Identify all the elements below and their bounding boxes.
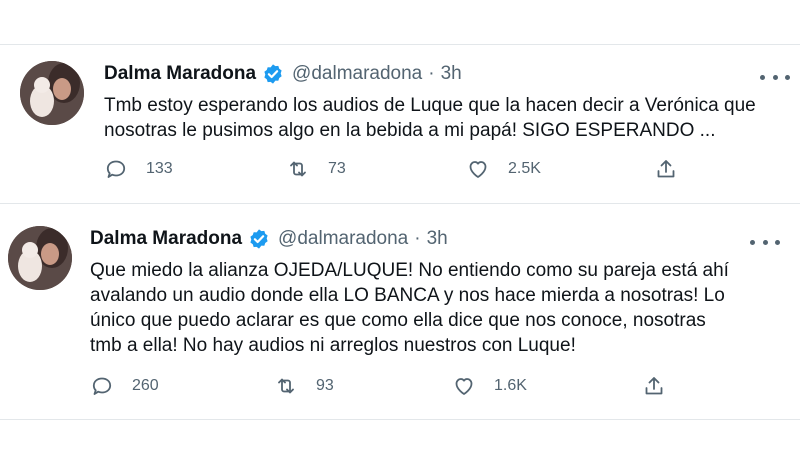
tweet-1[interactable]: Dalma Maradona @dalmaradona · 3h Tmb est…	[0, 45, 800, 203]
separator-dot: ·	[414, 228, 421, 249]
share-button[interactable]	[654, 157, 678, 181]
avatar[interactable]	[20, 61, 84, 125]
like-button[interactable]: 2.5K	[466, 157, 541, 181]
handle[interactable]: @dalmaradona	[292, 63, 422, 85]
like-button[interactable]: 1.6K	[452, 374, 527, 398]
timestamp[interactable]: 3h	[441, 63, 462, 85]
reply-count: 260	[132, 377, 159, 394]
tweet-actions: 260 93 1.6K	[0, 374, 800, 404]
share-icon	[642, 374, 666, 398]
top-bar	[0, 0, 800, 44]
more-icon[interactable]	[760, 67, 790, 87]
handle[interactable]: @dalmaradona	[278, 228, 408, 250]
display-name[interactable]: Dalma Maradona	[90, 228, 242, 250]
reply-button[interactable]: 260	[90, 374, 159, 398]
retweet-icon	[286, 157, 310, 181]
like-count: 2.5K	[508, 160, 541, 177]
tweet-header: Dalma Maradona @dalmaradona · 3h	[90, 228, 448, 250]
tweet-header: Dalma Maradona @dalmaradona · 3h	[104, 63, 462, 85]
tweet-text: Tmb estoy esperando los audios de Luque …	[104, 95, 756, 141]
reply-button[interactable]: 133	[104, 157, 173, 181]
reply-icon	[104, 157, 128, 181]
retweet-icon	[274, 374, 298, 398]
retweet-count: 73	[328, 160, 346, 177]
retweet-count: 93	[316, 377, 334, 394]
retweet-button[interactable]: 93	[274, 374, 334, 398]
reply-icon	[90, 374, 114, 398]
tweet-2[interactable]: Dalma Maradona @dalmaradona · 3h Que mie…	[0, 204, 800, 419]
tweet-actions: 133 73 2.5K	[0, 157, 800, 187]
display-name[interactable]: Dalma Maradona	[104, 63, 256, 85]
verified-badge-icon	[248, 228, 270, 250]
tweet-text: Que miedo la alianza OJEDA/LUQUE! No ent…	[90, 260, 729, 356]
separator-dot: ·	[428, 63, 435, 84]
timestamp[interactable]: 3h	[427, 228, 448, 250]
like-icon	[466, 157, 490, 181]
retweet-button[interactable]: 73	[286, 157, 346, 181]
share-icon	[654, 157, 678, 181]
avatar[interactable]	[8, 226, 72, 290]
share-button[interactable]	[642, 374, 666, 398]
like-icon	[452, 374, 476, 398]
more-icon[interactable]	[750, 232, 780, 252]
reply-count: 133	[146, 160, 173, 177]
verified-badge-icon	[262, 63, 284, 85]
divider	[0, 419, 800, 420]
like-count: 1.6K	[494, 377, 527, 394]
